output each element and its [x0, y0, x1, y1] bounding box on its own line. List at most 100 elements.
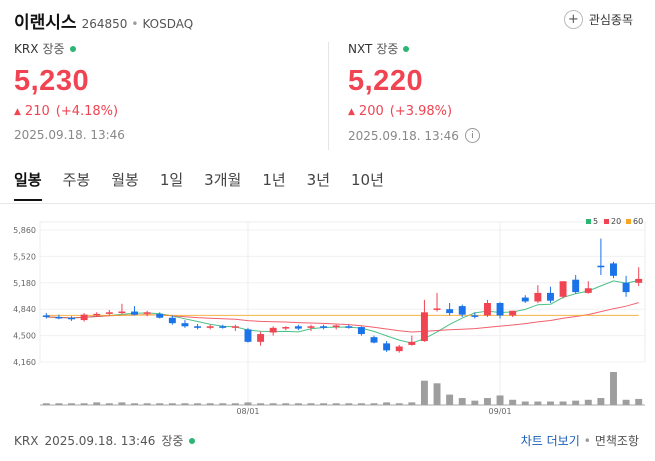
- volume-bar: [483, 398, 491, 405]
- volume-bar: [143, 403, 151, 405]
- price-chart[interactable]: 5,860 5,520 5,180 4,840 4,500 4,160 08/01 09/01…: [0, 210, 655, 420]
- tab-3year[interactable]: 3년: [307, 169, 330, 201]
- candle-body: [433, 308, 441, 310]
- footer-status: 장중: [161, 434, 184, 448]
- separator-dot: •: [131, 17, 139, 31]
- y-tick-label: 4,500: [13, 332, 36, 341]
- volume-bar: [521, 401, 529, 405]
- volume-bar: [345, 403, 353, 405]
- disclaimer-link[interactable]: 면책조항: [595, 432, 639, 449]
- candle-body: [181, 323, 189, 327]
- up-triangle-icon: ▲: [14, 106, 21, 117]
- volume-bar: [597, 398, 605, 405]
- nxt-timestamp-row: 2025.09.18. 13:46 i: [348, 128, 480, 143]
- favorite-label: 관심종목: [588, 13, 633, 27]
- tab-monthly[interactable]: 월봉: [111, 169, 139, 201]
- volume-bar: [446, 394, 454, 405]
- volume-bar: [534, 401, 542, 405]
- volume-bar: [80, 403, 88, 405]
- candle-body: [383, 343, 391, 351]
- market-name: KOSDAQ: [142, 17, 194, 31]
- candle-body: [534, 292, 542, 302]
- volume-bar: [559, 401, 567, 405]
- candle-body: [320, 326, 328, 328]
- volume-bar: [471, 400, 479, 405]
- candle-body: [307, 326, 315, 328]
- divider: [328, 42, 329, 150]
- candle-body: [80, 314, 88, 321]
- candle-body: [572, 279, 580, 293]
- live-dot-icon: [189, 437, 196, 444]
- volume-bar: [168, 403, 176, 405]
- candle-body: [194, 326, 202, 328]
- volume-bar: [509, 399, 517, 405]
- volume-bar: [496, 395, 504, 405]
- tab-1year[interactable]: 1년: [262, 169, 285, 201]
- nxt-exchange-row: NXT 장중: [348, 40, 480, 57]
- nxt-status: 장중: [376, 42, 399, 56]
- krx-exchange: KRX: [14, 41, 39, 56]
- volume-bar: [622, 399, 630, 405]
- candle-body: [42, 315, 50, 317]
- candle-body: [420, 312, 428, 342]
- x-tick-label: 08/01: [236, 407, 259, 416]
- volume-bar: [547, 401, 554, 405]
- volume-bar: [332, 403, 340, 405]
- volume-bar: [433, 383, 441, 405]
- candle-body: [496, 302, 504, 316]
- x-tick-label: 09/01: [489, 407, 512, 416]
- volume-bar: [395, 403, 403, 405]
- up-triangle-icon: ▲: [348, 106, 355, 117]
- period-tabs: 일봉 주봉 월봉 1일 3개월 1년 3년 10년: [14, 169, 405, 201]
- volume-bar: [357, 403, 365, 405]
- tab-weekly[interactable]: 주봉: [63, 169, 91, 201]
- candle-body: [521, 297, 529, 302]
- krx-exchange-row: KRX 장중: [14, 40, 125, 57]
- candle-body: [483, 302, 491, 316]
- volume-bar: [572, 400, 580, 405]
- tab-10year[interactable]: 10년: [351, 169, 384, 201]
- nxt-change-pct: (+3.98%): [389, 104, 453, 119]
- tab-underline: [0, 203, 655, 204]
- volume-bar: [420, 380, 428, 405]
- stock-header: 이랜시스 264850 • KOSDAQ: [14, 8, 194, 33]
- footer-links: 차트 더보기 • 면책조항: [521, 432, 639, 449]
- volume-bar: [635, 398, 643, 405]
- volume-bar: [118, 402, 126, 405]
- candle-body: [118, 311, 126, 314]
- volume-bar: [206, 403, 214, 405]
- chart-more-link[interactable]: 차트 더보기: [521, 432, 580, 449]
- volume-bar: [219, 403, 227, 405]
- volume-bar: [307, 403, 315, 405]
- plus-icon: +: [563, 10, 583, 29]
- candle-body: [345, 326, 353, 328]
- y-tick-label: 5,180: [13, 279, 36, 288]
- volume-bar: [320, 403, 328, 405]
- volume-bar: [42, 403, 50, 405]
- candle-body: [105, 312, 113, 314]
- add-favorite-button[interactable]: + 관심종목: [563, 10, 633, 29]
- tab-3month[interactable]: 3개월: [204, 169, 241, 201]
- tab-daily[interactable]: 일봉: [14, 169, 42, 201]
- nxt-timestamp: 2025.09.18. 13:46: [348, 128, 459, 143]
- footer-timestamp: 2025.09.18. 13:46: [44, 433, 156, 448]
- legend-label: 5: [593, 217, 598, 226]
- candle-body: [294, 326, 302, 329]
- candle-body: [471, 315, 479, 317]
- legend-swatch: [604, 219, 609, 224]
- krx-timestamp: 2025.09.18. 13:46: [14, 128, 125, 142]
- volume-bar: [93, 402, 101, 405]
- volume-bar: [408, 402, 416, 405]
- tab-1day[interactable]: 1일: [160, 169, 183, 201]
- volume-bar: [269, 403, 277, 405]
- candle-body: [219, 326, 227, 328]
- krx-change-pct: (+4.18%): [55, 104, 119, 119]
- y-tick-label: 4,160: [13, 358, 36, 367]
- y-tick-label: 4,840: [13, 305, 36, 314]
- candle-body: [357, 327, 365, 335]
- info-icon[interactable]: i: [464, 128, 480, 143]
- candle-body: [458, 306, 466, 315]
- candle-body: [269, 327, 277, 333]
- volume-bar: [55, 403, 63, 405]
- volume-bar: [156, 403, 164, 405]
